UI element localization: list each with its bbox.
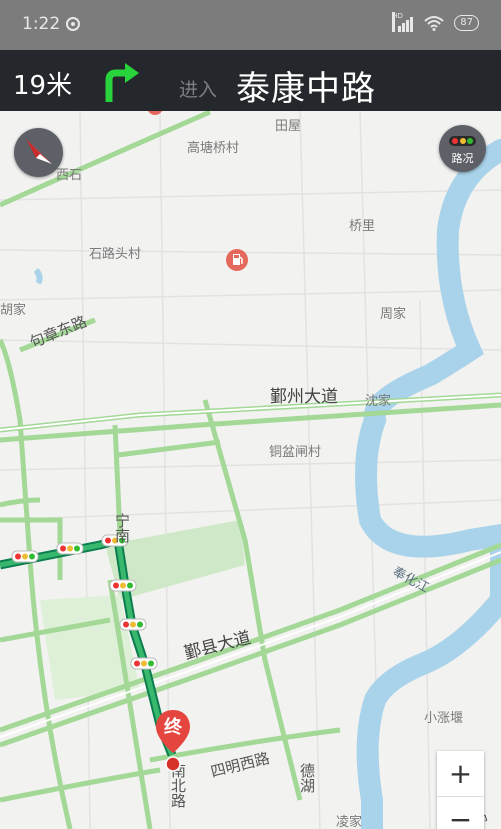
compass-button[interactable]	[14, 128, 63, 177]
map-label: 田屋	[275, 119, 302, 134]
status-icons: HD 87	[392, 12, 479, 32]
turn-right-arrow-icon	[105, 63, 139, 102]
road-label: 德湖	[298, 763, 316, 793]
map-label: 石路头村	[89, 247, 142, 262]
status-time: 1:22	[22, 14, 61, 34]
map-label: 桥里	[349, 219, 376, 234]
gas-station-icon[interactable]	[226, 249, 248, 271]
map-label: 小涨堰	[424, 711, 464, 726]
wifi-icon	[424, 16, 444, 31]
enter-label: 进入	[179, 79, 218, 101]
battery-indicator: 87	[454, 15, 479, 31]
zoom-controls: + −	[437, 751, 484, 829]
distance-to-turn: 19米	[13, 71, 73, 101]
road-label: 宁南	[113, 513, 131, 543]
cell-signal-icon: HD	[392, 12, 414, 32]
road-label: 鄞州大道	[270, 387, 338, 407]
compass-icon	[26, 139, 52, 164]
map-label: 沈家	[365, 394, 392, 409]
network-type: HD	[392, 12, 403, 32]
traffic-toggle-button[interactable]: 路况	[439, 125, 486, 172]
map-label: 凌家	[336, 815, 363, 829]
next-road-name: 泰康中路	[236, 69, 376, 109]
map-view[interactable]: 田屋 高塘桥村 西石 桥里 石路头村 胡家 周家 句章东路 鄞州大道 沈家 铜盆…	[0, 111, 501, 829]
location-status-icon	[66, 17, 80, 31]
zoom-in-button[interactable]: +	[437, 751, 484, 797]
traffic-button-label: 路况	[451, 152, 474, 165]
navigation-guidance-bar: 19米 进入 泰康中路	[0, 50, 501, 111]
traffic-light-icon	[449, 136, 476, 146]
zoom-out-button[interactable]: −	[437, 797, 484, 829]
poi-marker-icon	[148, 111, 162, 115]
map-label: 胡家	[0, 303, 27, 318]
map-label: 高塘桥村	[187, 141, 240, 156]
destination-label: 终	[164, 717, 182, 738]
map-label: 铜盆闸村	[269, 445, 322, 460]
destination-marker[interactable]: 终	[154, 708, 192, 772]
status-bar: 1:22 HD 87	[0, 0, 501, 50]
map-label: 周家	[380, 307, 407, 322]
